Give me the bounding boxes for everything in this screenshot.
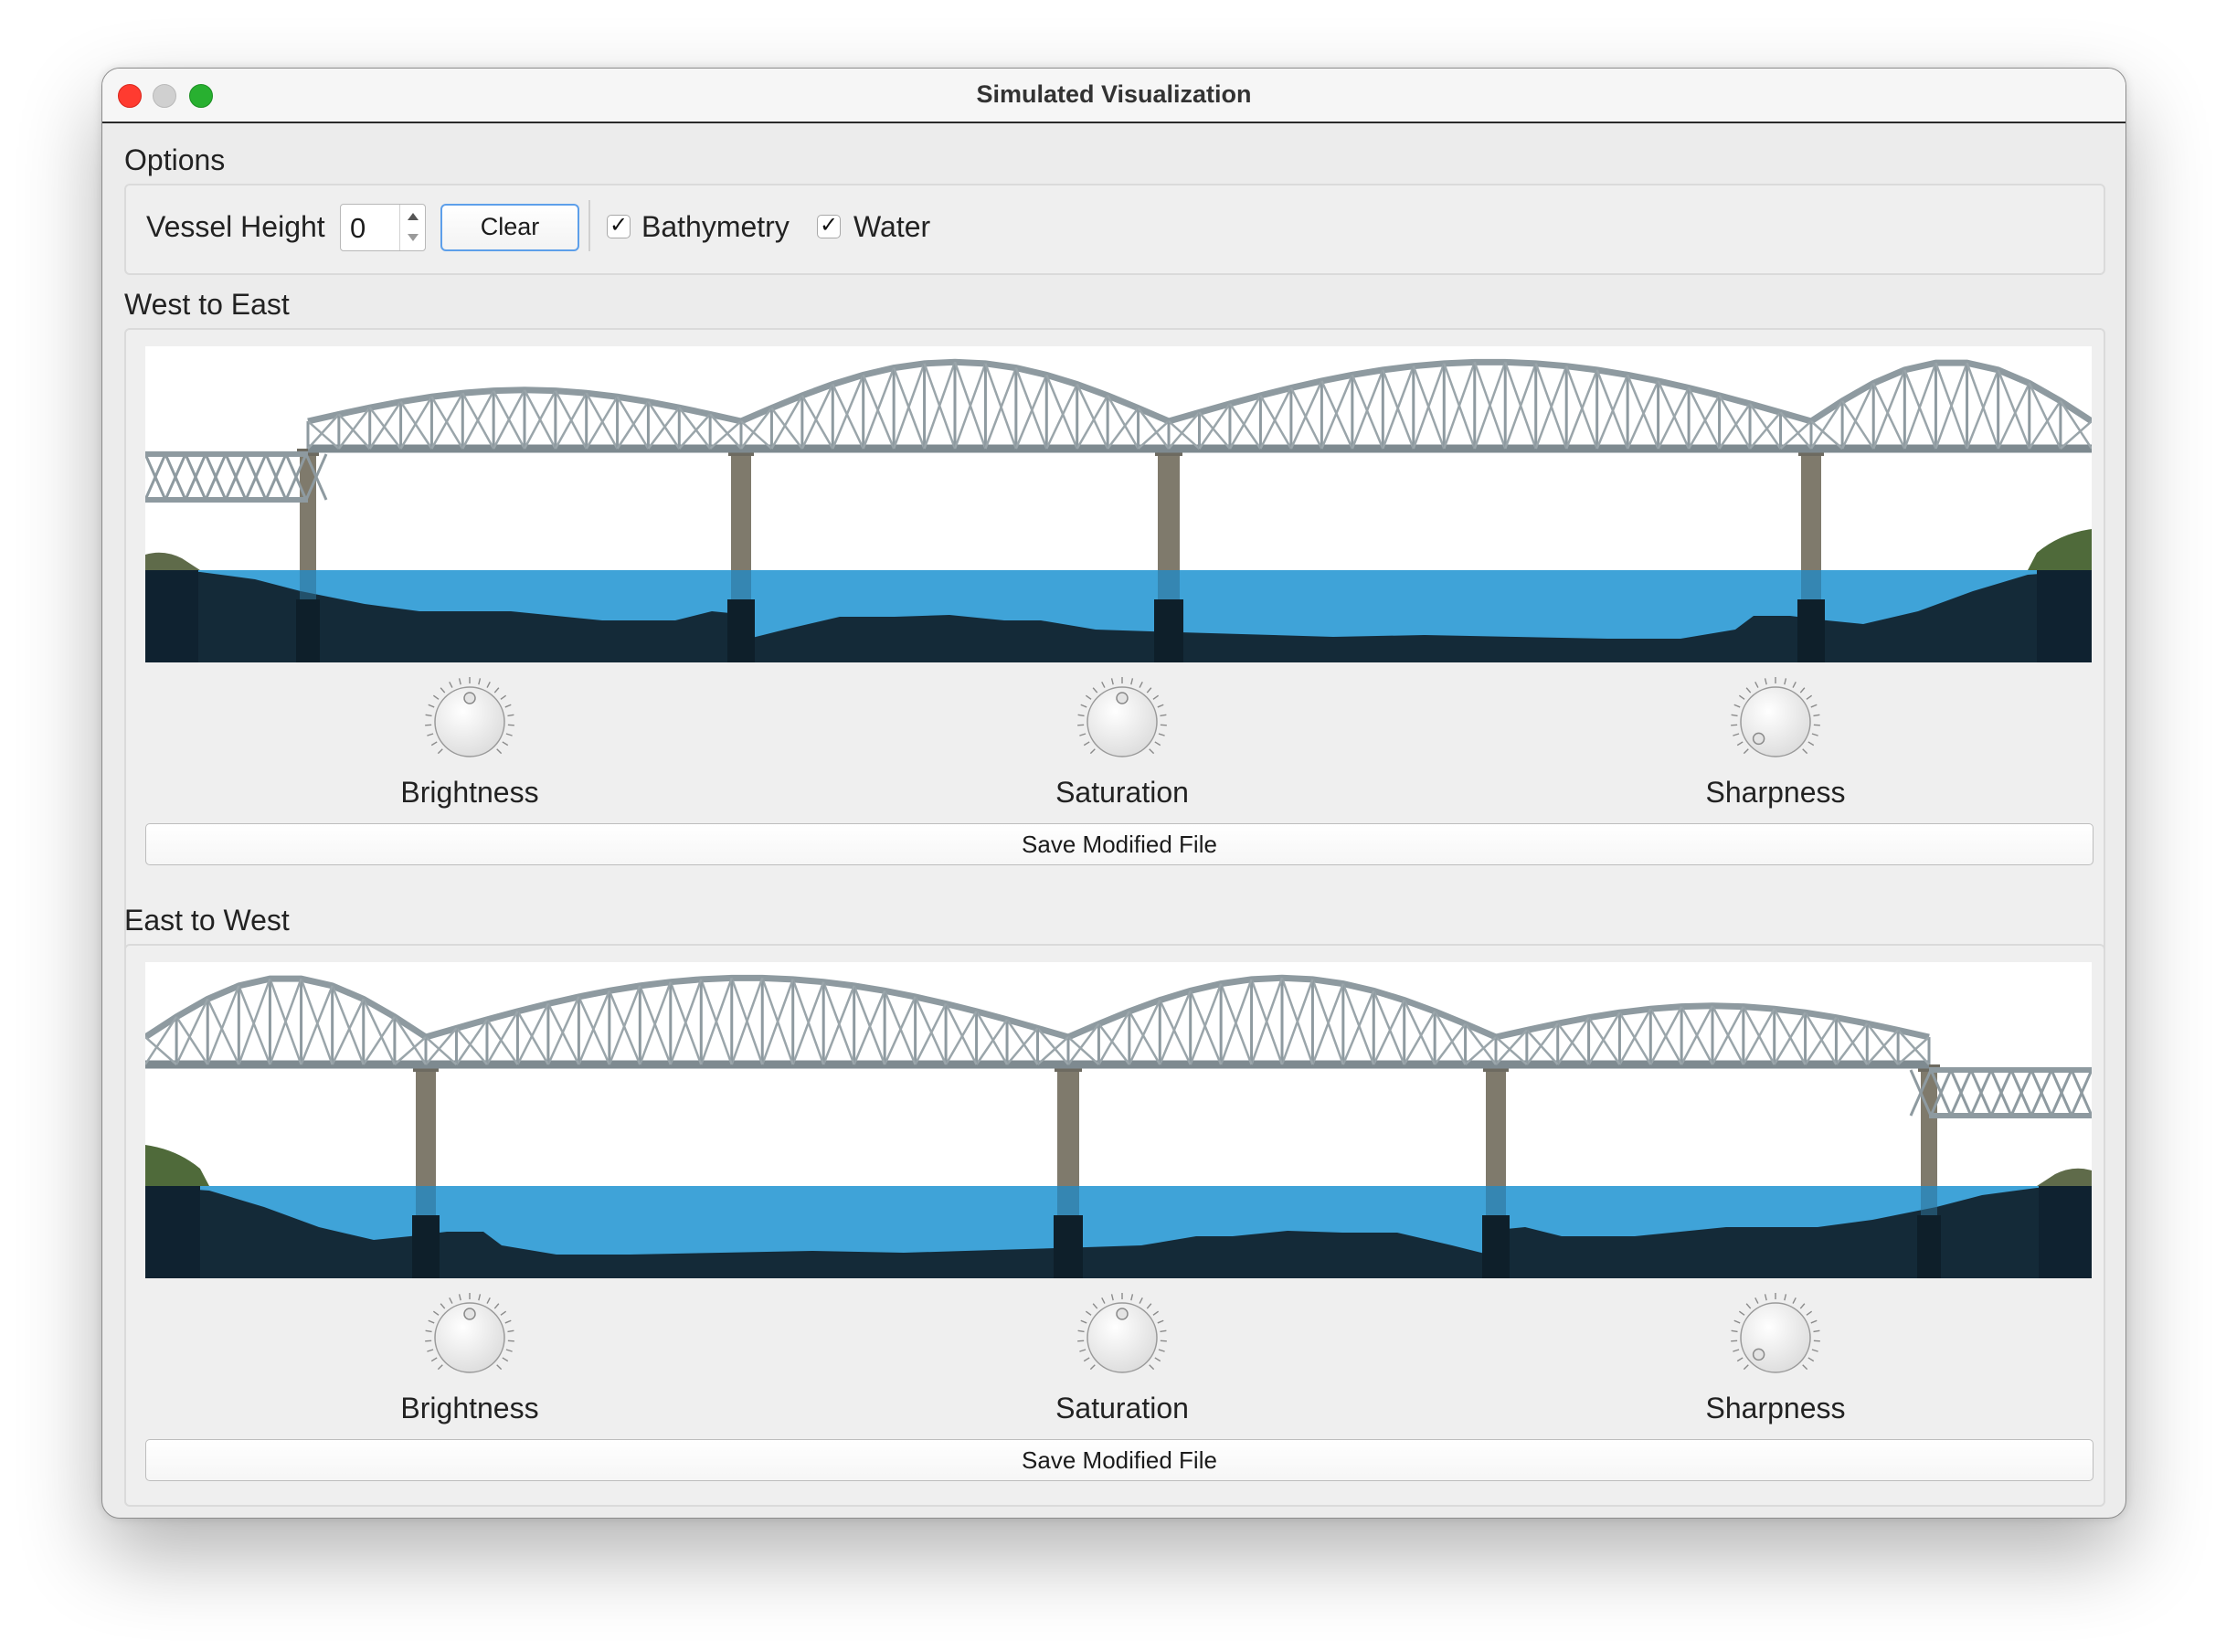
- bridge-profile-east-to-west-image: [145, 974, 2092, 1278]
- brightness-dial[interactable]: [419, 672, 520, 772]
- water-label[interactable]: Water: [853, 210, 930, 244]
- saturation-label: Saturation: [1055, 776, 1189, 809]
- vessel-height-label: Vessel Height: [146, 210, 325, 243]
- spinbox-divider: [399, 205, 400, 250]
- west-to-east-visualization: [145, 346, 2092, 662]
- app-window: Simulated Visualization Options Vessel H…: [101, 68, 2126, 1519]
- dial-indicator: [463, 1308, 476, 1320]
- water-checkbox[interactable]: ✓: [817, 215, 841, 238]
- sharpness-dial[interactable]: [1725, 672, 1826, 772]
- sharpness-dial[interactable]: [1725, 1287, 1826, 1388]
- dial-indicator: [1116, 1308, 1129, 1320]
- dial-indicator: [1116, 692, 1129, 704]
- title-bar: Simulated Visualization: [102, 69, 2125, 123]
- brightness-dial[interactable]: [419, 1287, 520, 1388]
- bridge-profile-west-to-east-image: [145, 358, 2092, 662]
- saturation-label: Saturation: [1055, 1392, 1189, 1424]
- dial-knob[interactable]: [1740, 686, 1811, 757]
- panel-title-west-to-east: West to East: [124, 288, 290, 321]
- dial-indicator: [1752, 732, 1765, 746]
- bathymetry-label[interactable]: Bathymetry: [641, 210, 790, 244]
- bathymetry-checkbox[interactable]: ✓: [607, 215, 631, 238]
- sharpness-label: Sharpness: [1705, 1392, 1846, 1424]
- spin-down-arrow-icon[interactable]: [403, 228, 423, 248]
- window-title: Simulated Visualization: [976, 80, 1252, 108]
- spin-up-arrow-icon[interactable]: [403, 206, 423, 227]
- toolbar-divider: [588, 200, 590, 251]
- options-title: Options: [124, 143, 226, 176]
- panel-title-east-to-west: East to West: [124, 904, 290, 937]
- brightness-label: Brightness: [400, 776, 539, 809]
- save-modified-file-button[interactable]: Save Modified File: [145, 823, 2094, 865]
- save-modified-file-button[interactable]: Save Modified File: [145, 1439, 2094, 1481]
- dial-indicator: [463, 692, 476, 704]
- vessel-height-value[interactable]: 0: [350, 212, 366, 245]
- dial-indicator: [1752, 1348, 1765, 1361]
- brightness-label: Brightness: [400, 1392, 539, 1424]
- saturation-dial[interactable]: [1072, 1287, 1172, 1388]
- vessel-height-spinbox[interactable]: 0: [340, 204, 426, 251]
- clear-button[interactable]: Clear: [440, 204, 579, 251]
- saturation-dial[interactable]: [1072, 672, 1172, 772]
- dial-knob[interactable]: [1740, 1302, 1811, 1373]
- sharpness-label: Sharpness: [1705, 776, 1846, 809]
- east-to-west-visualization: [145, 962, 2092, 1278]
